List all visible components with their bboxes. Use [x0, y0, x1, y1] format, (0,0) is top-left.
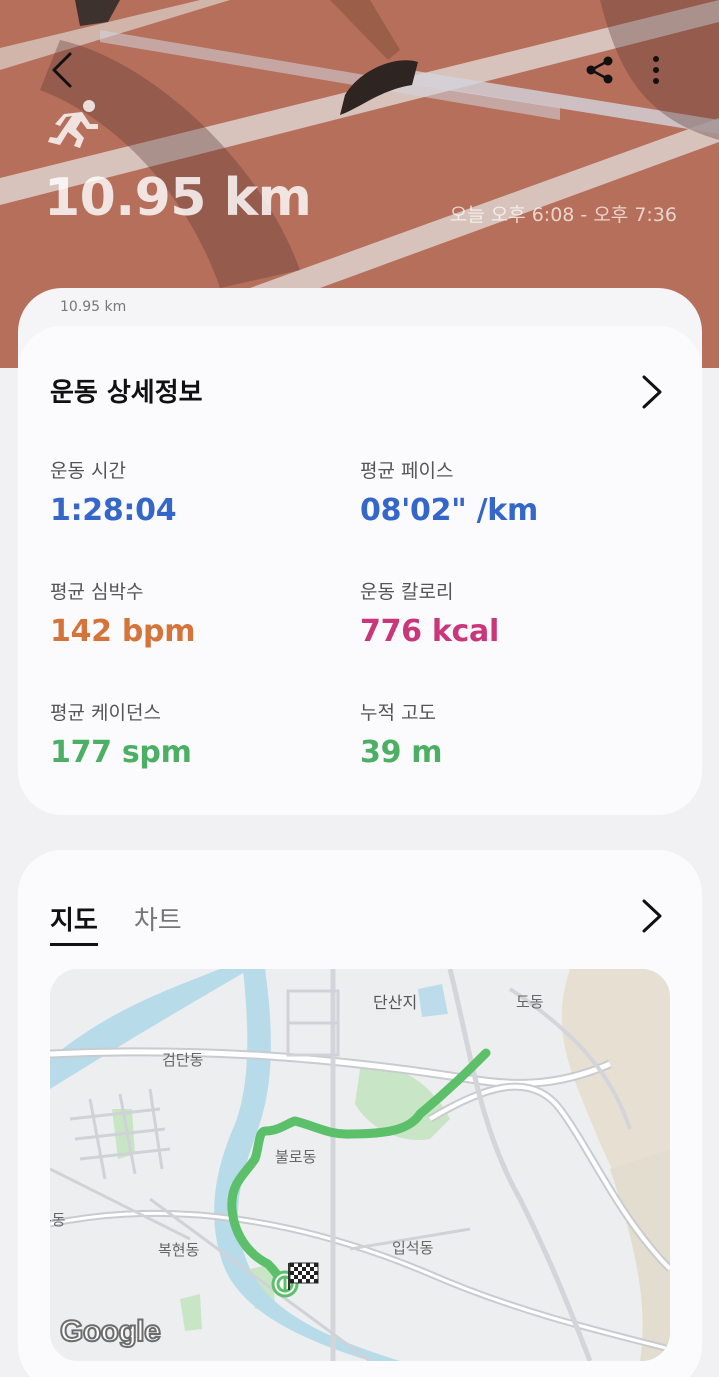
more-options-button[interactable] — [636, 48, 676, 92]
stat-label: 누적 고도 — [360, 702, 436, 724]
share-button[interactable] — [578, 48, 622, 92]
running-icon — [48, 100, 98, 148]
stat-elevation-gain: 누적 고도 39 m — [360, 698, 443, 770]
stat-label: 운동 시간 — [50, 460, 126, 482]
stat-value: 39 m — [360, 735, 443, 770]
tab-chart[interactable]: 차트 — [134, 900, 182, 946]
detail-chevron-right-icon[interactable] — [636, 372, 666, 412]
back-button[interactable] — [40, 48, 84, 92]
stat-value: 142 bpm — [50, 614, 196, 649]
stat-avg-heart-rate: 평균 심박수 142 bpm — [50, 577, 195, 649]
stat-duration: 운동 시간 1:28:04 — [50, 456, 177, 528]
stat-value: 177 spm — [50, 735, 192, 770]
map-label: 입석동 — [392, 1239, 434, 1257]
sheet-distance: 10.95 km — [60, 299, 127, 315]
map-chart-tabs: 지도 차트 — [50, 900, 182, 946]
map-graphics — [50, 969, 670, 1361]
map-label: 도동 — [516, 993, 544, 1011]
google-attribution-logo: Google — [59, 1314, 162, 1349]
stat-value: 1:28:04 — [50, 493, 177, 528]
map-chart-card: 지도 차트 단산지 도동 검단동 불로동 복현동 입석동 동 Google — [18, 850, 702, 1377]
stat-label: 평균 심박수 — [50, 581, 144, 603]
stat-label: 운동 칼로리 — [360, 581, 454, 603]
stat-avg-cadence: 평균 케이던스 177 spm — [50, 698, 192, 770]
tab-map[interactable]: 지도 — [50, 900, 98, 946]
stat-calories: 운동 칼로리 776 kcal — [360, 577, 499, 649]
workout-detail-card: 운동 상세정보 운동 시간 1:28:04 평균 페이스 08'02" /km … — [18, 326, 702, 815]
share-icon — [586, 56, 613, 84]
stat-avg-pace: 평균 페이스 08'02" /km — [360, 456, 538, 528]
finish-flag-icon — [288, 1262, 319, 1290]
map-label: 불로동 — [275, 1148, 317, 1166]
more-icon — [653, 56, 659, 84]
map-label: 복현동 — [158, 1241, 200, 1259]
route-map[interactable]: 단산지 도동 검단동 불로동 복현동 입석동 복동 Google — [50, 969, 670, 1361]
back-icon — [52, 52, 72, 88]
map-chevron-right-icon[interactable] — [636, 896, 666, 936]
map-label: 복동 — [50, 1211, 66, 1229]
stat-label: 평균 페이스 — [360, 460, 454, 482]
map-label: 검단동 — [162, 1051, 204, 1069]
stat-value: 08'02" /km — [360, 493, 538, 528]
stat-value: 776 kcal — [360, 614, 499, 649]
workout-time-range: 오늘 오후 6:08 - 오후 7:36 — [449, 204, 677, 226]
map-label: 단산지 — [373, 993, 418, 1012]
stat-label: 평균 케이던스 — [50, 702, 161, 724]
detail-title: 운동 상세정보 — [50, 378, 203, 408]
total-distance: 10.95 km — [44, 168, 312, 228]
